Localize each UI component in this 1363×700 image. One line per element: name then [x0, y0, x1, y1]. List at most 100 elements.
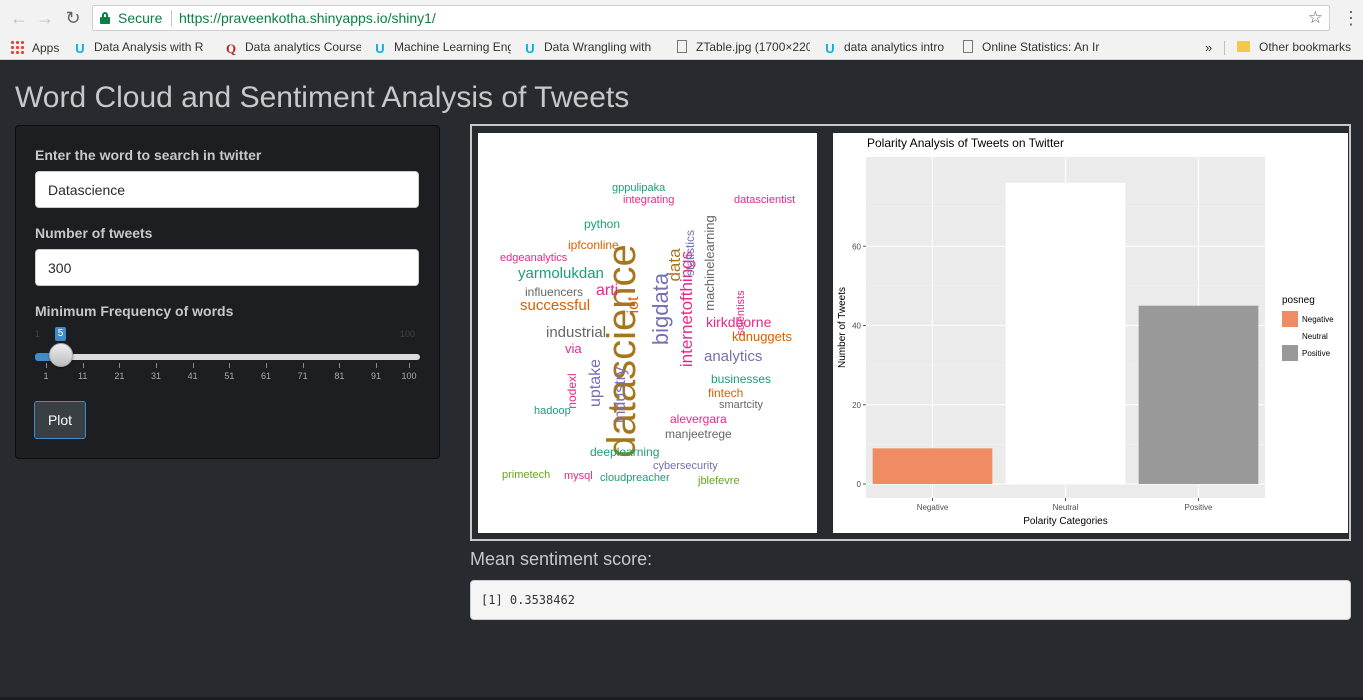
slider-tick-label: 61 — [260, 371, 271, 381]
word-cloud-word: integrating — [623, 194, 674, 206]
slider-tick — [376, 363, 377, 368]
word-cloud-word: nodexl — [565, 373, 579, 408]
slider-tick — [339, 363, 341, 368]
chart-x-tick-label: Negative — [917, 503, 949, 512]
page-icon — [677, 40, 687, 53]
word-cloud-word: successful — [520, 297, 590, 314]
chart-bar-neutral — [1005, 182, 1126, 484]
word-cloud-word: industrial — [546, 324, 606, 341]
bookmark-label: Apps — [32, 41, 60, 55]
bookmark-label: Data analytics Course — [245, 40, 361, 54]
slider-tick — [46, 363, 47, 368]
secure-label: Secure — [118, 10, 163, 26]
chart-legend-label: Positive — [1302, 349, 1331, 358]
plot-button[interactable]: Plot — [34, 401, 86, 439]
chart-legend-label: Neutral — [1302, 332, 1328, 341]
bookmark-online-statistics[interactable]: Online Statistics: An Ir — [963, 40, 1100, 56]
search-label: Enter the word to search in twitter — [35, 147, 262, 163]
udacity-icon: U — [825, 41, 835, 56]
frequency-slider-handle[interactable] — [49, 343, 73, 367]
chart-y-tick-label: 60 — [852, 242, 861, 251]
frequency-slider-track[interactable] — [35, 354, 420, 360]
word-cloud-word: scientists — [735, 290, 747, 336]
slider-tick-label: 41 — [187, 371, 198, 381]
mean-sentiment-output: [1] 0.3538462 — [470, 580, 1351, 620]
slider-tick — [119, 363, 121, 368]
word-cloud-word: machinelearning — [702, 215, 717, 310]
word-cloud-word: fintech — [708, 386, 743, 400]
chart-bar-negative — [872, 448, 993, 484]
mean-sentiment-label: Mean sentiment score: — [470, 549, 653, 569]
omnibox-divider — [171, 10, 172, 27]
word-cloud-word: statistics — [683, 230, 697, 276]
word-cloud-word: datascientist — [734, 194, 795, 206]
polarity-chart-svg: Polarity Analysis of Tweets on Twitter 0 2… — [837, 136, 1334, 527]
browser-menu-icon[interactable]: ⋮ — [1342, 8, 1360, 28]
word-cloud-word: industry — [612, 367, 629, 423]
word-cloud-word: cybersecurity — [653, 460, 718, 472]
word-cloud-word: deeplearning — [590, 445, 659, 459]
word-cloud-word: smartcity — [719, 399, 764, 411]
word-cloud-word: jblefevre — [697, 475, 740, 487]
page-icon — [963, 40, 973, 53]
search-input[interactable] — [35, 171, 419, 208]
bookmark-ztable[interactable]: ZTable.jpg (1700×220 — [677, 40, 810, 56]
slider-tick-label: 81 — [334, 371, 345, 381]
udacity-icon: U — [75, 41, 85, 56]
word-cloud: datascience bigdata data internetofthings io… — [478, 133, 817, 533]
bookmark-data-wrangling[interactable]: U Data Wrangling with — [523, 40, 661, 56]
forward-icon[interactable]: → — [35, 8, 55, 28]
chart-y-axis-label: Number of Tweets — [837, 287, 848, 368]
bookmark-apps[interactable]: Apps — [10, 40, 66, 56]
chart-legend-swatch — [1282, 345, 1298, 361]
slider-tick — [302, 363, 304, 368]
bookmark-machine-learning[interactable]: U Machine Learning Eng — [373, 40, 511, 56]
slider-tick-label: 21 — [114, 371, 125, 381]
word-cloud-word: mysql — [564, 470, 593, 482]
word-cloud-word: businesses — [711, 372, 771, 386]
tweets-label: Number of tweets — [35, 225, 153, 241]
slider-tick-label: 1 — [43, 371, 49, 381]
chart-y-tick-label: 40 — [852, 322, 861, 331]
slider-tick — [229, 363, 231, 368]
word-cloud-word: iot — [625, 296, 642, 313]
bookmark-data-analytics-intro[interactable]: Udata analytics intro — [823, 40, 950, 56]
bookmark-label: Online Statistics: An Ir — [982, 40, 1100, 54]
slider-tick — [156, 363, 157, 368]
slider-min-label: 1 — [35, 329, 41, 339]
bookmark-label: data analytics intro — [844, 40, 945, 54]
word-cloud-word: datascience — [600, 244, 644, 457]
slider-tick-label: 71 — [297, 371, 308, 381]
word-cloud-word: uptake — [587, 359, 604, 407]
slider-tick-label: 31 — [150, 371, 161, 381]
back-icon[interactable]: ← — [9, 8, 29, 28]
word-cloud-word: analytics — [704, 348, 762, 365]
bookmarks-divider — [1224, 41, 1225, 55]
bookmark-label: ZTable.jpg (1700×220 — [696, 40, 810, 54]
word-cloud-word: manjeetrege — [665, 427, 732, 441]
chart-legend-swatch — [1282, 328, 1298, 344]
slider-tick-label: 100 — [401, 371, 417, 381]
bookmark-star-icon[interactable]: ☆ — [1308, 8, 1323, 28]
word-cloud-word: influencers — [525, 285, 583, 299]
tweets-count-input[interactable] — [35, 249, 419, 286]
word-cloud-word: arti — [596, 282, 618, 299]
chart-bar-positive — [1138, 305, 1259, 484]
quora-icon: Q — [225, 41, 237, 56]
address-bar[interactable]: Secure https://praveenkotha.shinyapps.io… — [92, 5, 1330, 31]
bookmark-other[interactable]: Other bookmarks — [1237, 40, 1363, 56]
url-text[interactable]: https://praveenkotha.shinyapps.io/shiny1… — [179, 10, 436, 26]
bookmark-data-analytics-course[interactable]: Q Data analytics Course — [224, 40, 361, 56]
word-cloud-word: hadoop — [534, 405, 571, 417]
slider-value-label: 5 — [55, 327, 66, 341]
chart-title: Polarity Analysis of Tweets on Twitter — [867, 136, 1064, 150]
bookmarks-overflow-button[interactable]: » — [1205, 40, 1219, 56]
udacity-icon: U — [525, 41, 535, 56]
slider-tick-label: 91 — [370, 371, 381, 381]
chart-legend-swatch — [1282, 311, 1298, 327]
bookmark-label: Machine Learning Eng — [394, 40, 511, 54]
bookmark-data-analysis-r[interactable]: U Data Analysis with R — [73, 40, 211, 56]
bookmark-label: Data Analysis with R — [94, 40, 204, 54]
word-cloud-word: ipfconline — [568, 238, 619, 252]
reload-icon[interactable]: ↻ — [63, 8, 83, 28]
